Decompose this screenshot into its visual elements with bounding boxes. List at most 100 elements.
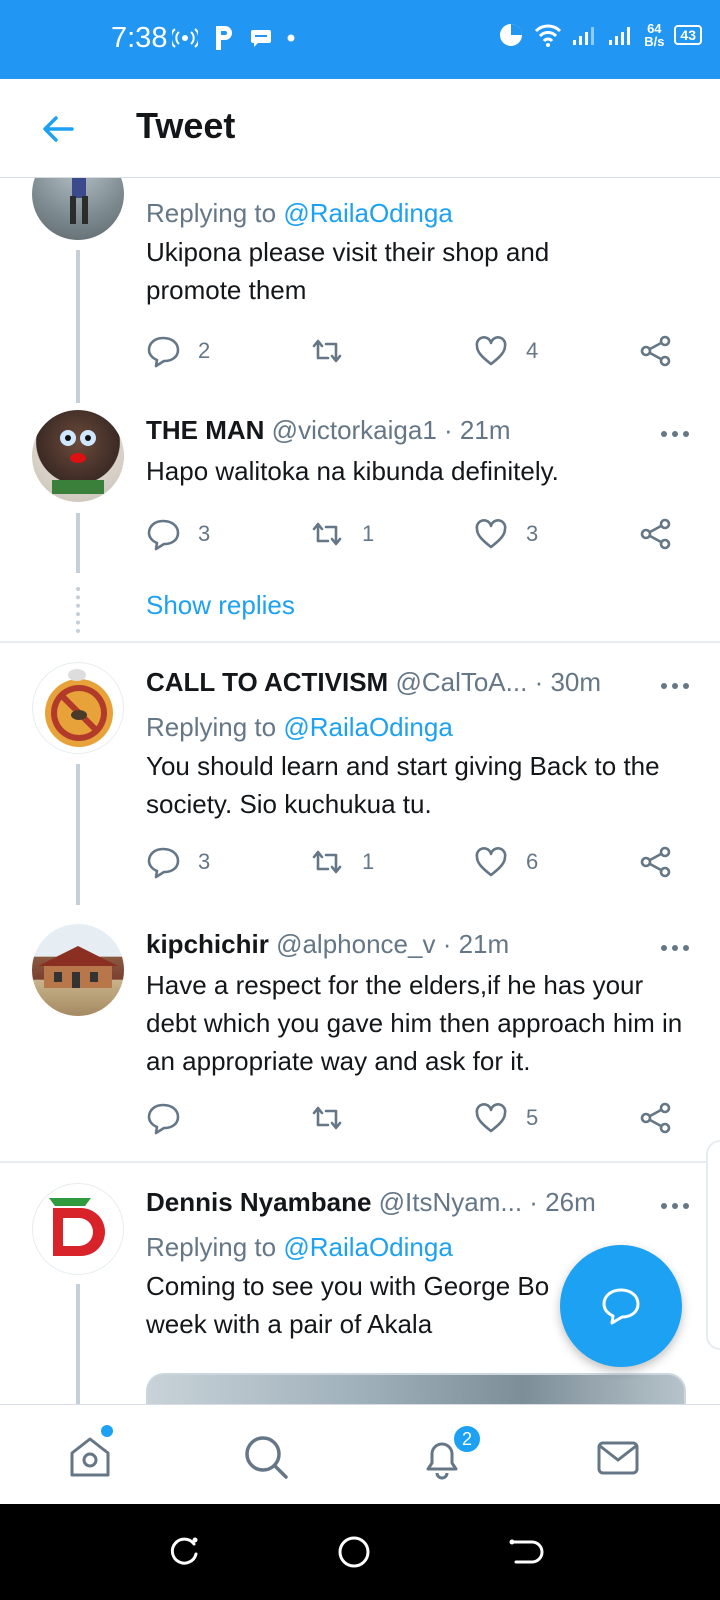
reply-icon (147, 1103, 180, 1135)
tweet-meta: Dennis Nyambane @ItsNyam... · 26m (146, 1187, 690, 1218)
replying-to-label: Replying to (146, 712, 277, 742)
more-options-icon[interactable] (660, 429, 690, 439)
more-options-icon[interactable] (660, 1201, 690, 1211)
nav-messages[interactable] (594, 1433, 642, 1481)
page-title: Tweet (136, 105, 236, 146)
avatar[interactable] (32, 410, 124, 502)
tweet-body: CALL TO ACTIVISM @CalToA... · 30m Replyi… (146, 667, 690, 823)
top-header: Tweet (0, 79, 720, 178)
avatar-photo (70, 178, 88, 224)
like-action[interactable]: 6 (474, 845, 538, 879)
more-options-icon[interactable] (660, 943, 690, 953)
like-action[interactable]: 3 (474, 517, 538, 551)
thread-line (76, 250, 80, 403)
like-count: 6 (526, 849, 539, 874)
avatar[interactable] (32, 178, 124, 240)
battery-indicator: 43 (674, 25, 702, 45)
retweet-icon (312, 850, 342, 874)
status-icons-right: 64 B/s 43 (498, 22, 702, 48)
share-icon (640, 1102, 671, 1134)
display-name[interactable]: THE MAN (146, 415, 264, 445)
retweet-action[interactable]: 1 (310, 517, 374, 551)
avatar[interactable] (32, 1183, 124, 1275)
reply-action[interactable]: 3 (146, 517, 210, 551)
like-action[interactable]: 5 (474, 1101, 538, 1135)
back-system-icon[interactable] (508, 1534, 544, 1570)
replying-to-label: Replying to (146, 1232, 277, 1262)
handle[interactable]: @CalToA... (395, 667, 527, 697)
nav-home[interactable] (66, 1433, 114, 1481)
tweet-item[interactable]: THE MAN @victorkaiga1 · 21m Hapo walitok… (0, 403, 720, 643)
reply-action[interactable]: 3 (146, 845, 210, 879)
home-unread-dot (101, 1425, 113, 1437)
tweet-item[interactable]: CALL TO ACTIVISM @CalToA... · 30m Replyi… (0, 643, 720, 905)
nav-search[interactable] (242, 1433, 290, 1481)
tweet-text: Hapo walitoka na kibunda definitely. (146, 456, 559, 486)
handle[interactable]: @victorkaiga1 (272, 415, 437, 445)
retweet-action[interactable] (310, 334, 362, 368)
scroll-handle[interactable] (706, 1140, 720, 1350)
reply-action[interactable]: 2 (146, 334, 210, 368)
display-name[interactable]: CALL TO ACTIVISM (146, 667, 388, 697)
avatar-photo (38, 946, 118, 988)
back-arrow-icon[interactable] (38, 109, 78, 149)
avatar[interactable] (32, 924, 124, 1016)
like-action[interactable]: 4 (474, 334, 538, 368)
tweet-text: Coming to see you with George Bo week wi… (146, 1271, 550, 1339)
status-bar: 7:38 64 B/s 43 (0, 0, 720, 79)
like-count: 4 (526, 338, 539, 363)
more-options-icon[interactable] (660, 681, 690, 691)
mention-link[interactable]: @RailaOdinga (283, 1232, 452, 1262)
tweet-item[interactable]: Replying to @RailaOdinga Ukipona please … (0, 178, 720, 403)
tweet-thread[interactable]: Replying to @RailaOdinga Ukipona please … (0, 178, 720, 1404)
retweet-action[interactable] (310, 1101, 362, 1135)
share-icon (640, 518, 671, 550)
search-icon (245, 1436, 288, 1479)
retweet-action[interactable]: 1 (310, 845, 374, 879)
like-icon (475, 336, 507, 366)
reply-bubble-icon (602, 1288, 640, 1325)
reply-count: 3 (198, 849, 211, 874)
mention-link[interactable]: @RailaOdinga (283, 198, 452, 228)
share-action[interactable] (638, 845, 672, 879)
retweet-icon (312, 522, 342, 546)
home-circle-icon[interactable] (336, 1534, 372, 1570)
replying-to: Replying to @RailaOdinga (146, 198, 690, 229)
recent-apps-icon[interactable] (166, 1534, 202, 1570)
compose-reply-button[interactable] (560, 1245, 682, 1367)
signal-1-icon (573, 27, 595, 45)
more-notifications-dot-icon (287, 34, 295, 42)
status-icons-left (172, 24, 296, 52)
show-replies-link[interactable]: Show replies (146, 590, 295, 621)
share-action[interactable] (638, 517, 672, 551)
share-action[interactable] (638, 1101, 672, 1135)
like-icon (475, 519, 507, 549)
handle[interactable]: @ItsNyam... (379, 1187, 522, 1217)
avatar-photo (49, 1198, 105, 1256)
handle[interactable]: @alphonce_v (276, 929, 435, 959)
hotspot-icon (172, 28, 198, 48)
avatar[interactable] (32, 662, 124, 754)
thread-line (76, 764, 80, 905)
avatar-photo (45, 669, 113, 747)
display-name[interactable]: kipchichir (146, 929, 269, 959)
mention-link[interactable]: @RailaOdinga (283, 712, 452, 742)
media-preview[interactable] (146, 1373, 686, 1404)
home-icon (70, 1437, 110, 1477)
share-action[interactable] (638, 334, 672, 368)
network-speed-unit: B/s (644, 34, 665, 49)
tweet-body: THE MAN @victorkaiga1 · 21m Hapo walitok… (146, 415, 690, 490)
parking-app-icon (216, 26, 232, 50)
reply-icon (147, 519, 180, 551)
share-icon (640, 846, 671, 878)
replying-to-label: Replying to (146, 198, 277, 228)
status-time: 7:38 (111, 22, 168, 54)
notifications-badge: 2 (452, 1424, 482, 1454)
reply-action[interactable] (146, 1101, 198, 1135)
tweet-item[interactable]: kipchichir @alphonce_v · 21m Have a resp… (0, 905, 720, 1161)
timestamp: · 30m (534, 667, 602, 697)
display-name[interactable]: Dennis Nyambane (146, 1187, 371, 1217)
system-navigation-bar (0, 1504, 720, 1600)
retweet-icon (312, 1106, 342, 1130)
retweet-icon (312, 339, 342, 363)
